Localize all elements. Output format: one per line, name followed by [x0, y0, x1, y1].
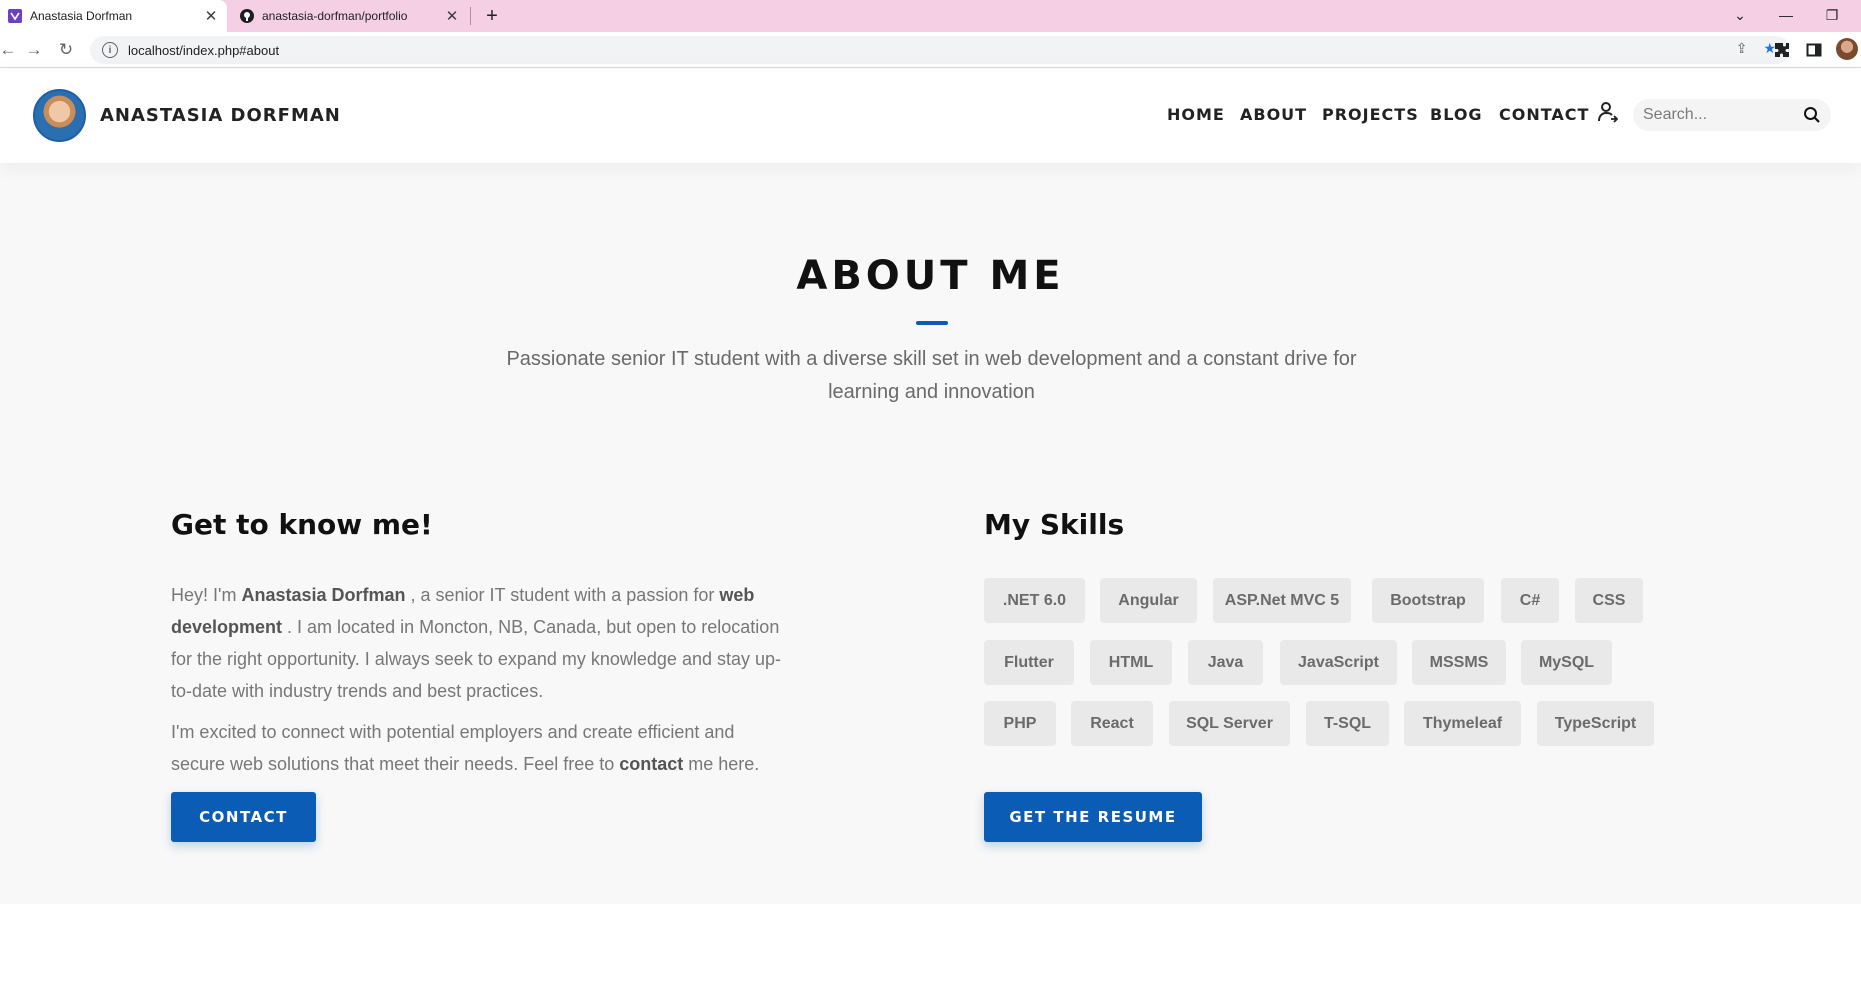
skill-badge: .NET 6.0 [984, 578, 1085, 623]
address-bar[interactable]: i localhost/index.php#about ⇪ ★ [90, 36, 1790, 64]
connect-paragraph: I'm excited to connect with potential em… [171, 716, 791, 780]
reload-icon[interactable]: ↻ [54, 38, 78, 62]
search-input[interactable] [1643, 106, 1803, 124]
share-icon[interactable]: ⇪ [1736, 40, 1748, 57]
intro-text: Hey! I'm [171, 585, 242, 605]
back-icon[interactable]: ← [0, 38, 20, 62]
github-icon [240, 9, 254, 23]
contact-link[interactable]: contact [619, 754, 683, 774]
nav-home[interactable]: HOME [1167, 105, 1225, 124]
side-panel-icon[interactable] [1804, 40, 1824, 60]
nav-blog[interactable]: BLOG [1430, 105, 1483, 124]
skill-badge: Thymeleaf [1404, 701, 1521, 746]
login-user-icon[interactable] [1598, 101, 1618, 123]
my-skills-heading: My Skills [984, 508, 1125, 541]
skill-badge: JavaScript [1280, 640, 1397, 685]
connect-text: me here. [683, 754, 760, 774]
tab-separator [470, 7, 471, 25]
tab-github-portfolio[interactable]: anastasia-dorfman/portfolio ✕ [232, 0, 468, 32]
avatar[interactable] [33, 89, 86, 142]
close-tab-icon[interactable]: ✕ [203, 7, 219, 25]
skill-badge: MySQL [1521, 640, 1612, 685]
tab-title: anastasia-dorfman/portfolio [262, 9, 408, 23]
close-tab-icon[interactable]: ✕ [444, 7, 460, 25]
nav-projects[interactable]: PROJECTS [1322, 105, 1419, 124]
browser-tab-bar: Anastasia Dorfman ✕ anastasia-dorfman/po… [0, 0, 1861, 32]
intro-text: , a senior IT student with a passion for [405, 585, 720, 605]
skill-badge: ASP.Net MVC 5 [1213, 578, 1351, 623]
title-divider [916, 321, 948, 325]
skill-badge: Angular [1100, 578, 1197, 623]
skill-badge: C# [1501, 578, 1559, 623]
nav-contact[interactable]: CONTACT [1499, 105, 1589, 124]
restore-icon[interactable]: ❐ [1812, 2, 1852, 28]
skill-badge: PHP [984, 701, 1056, 746]
skill-badge: Bootstrap [1372, 578, 1484, 623]
search-icon[interactable] [1803, 106, 1821, 124]
skill-badge: React [1071, 701, 1153, 746]
get-resume-button[interactable]: GET THE RESUME [984, 792, 1202, 842]
minimize-icon[interactable]: — [1766, 2, 1806, 28]
url-text: localhost/index.php#about [128, 42, 280, 58]
extensions-icon[interactable] [1772, 40, 1792, 60]
skill-badge: Flutter [984, 640, 1074, 685]
skill-badge: CSS [1575, 578, 1643, 623]
site-header: ANASTASIA DORFMAN HOME ABOUT PROJECTS BL… [0, 69, 1861, 163]
get-to-know-heading: Get to know me! [171, 508, 433, 541]
page-title: ABOUT ME [796, 253, 1065, 299]
about-subtitle: Passionate senior IT student with a dive… [506, 348, 1357, 403]
site-info-icon[interactable]: i [102, 42, 118, 58]
intro-paragraph: Hey! I'm Anastasia Dorfman , a senior IT… [171, 579, 791, 707]
tab-title: Anastasia Dorfman [30, 9, 133, 23]
forward-icon[interactable]: → [22, 38, 46, 62]
skill-badge: SQL Server [1169, 701, 1290, 746]
about-section: ABOUT ME Passionate senior IT student wi… [0, 163, 1861, 904]
skill-badge: Java [1188, 640, 1263, 685]
tab-search-icon[interactable]: ⌄ [1720, 2, 1760, 28]
skill-badge: MSSMS [1412, 640, 1506, 685]
site-brand[interactable]: ANASTASIA DORFMAN [100, 105, 341, 126]
profile-avatar[interactable] [1836, 38, 1858, 60]
site-favicon-icon [8, 9, 22, 23]
search-box [1633, 99, 1831, 131]
intro-name: Anastasia Dorfman [241, 585, 406, 605]
skill-badge: T-SQL [1306, 701, 1389, 746]
tab-anastasia-dorfman[interactable]: Anastasia Dorfman ✕ [0, 0, 227, 32]
nav-about[interactable]: ABOUT [1240, 105, 1307, 124]
skill-badge: HTML [1090, 640, 1172, 685]
new-tab-button[interactable]: + [480, 4, 504, 28]
browser-toolbar: ← → ↻ i localhost/index.php#about ⇪ ★ [0, 32, 1861, 68]
contact-button[interactable]: CONTACT [171, 792, 316, 842]
skill-badge: TypeScript [1537, 701, 1654, 746]
